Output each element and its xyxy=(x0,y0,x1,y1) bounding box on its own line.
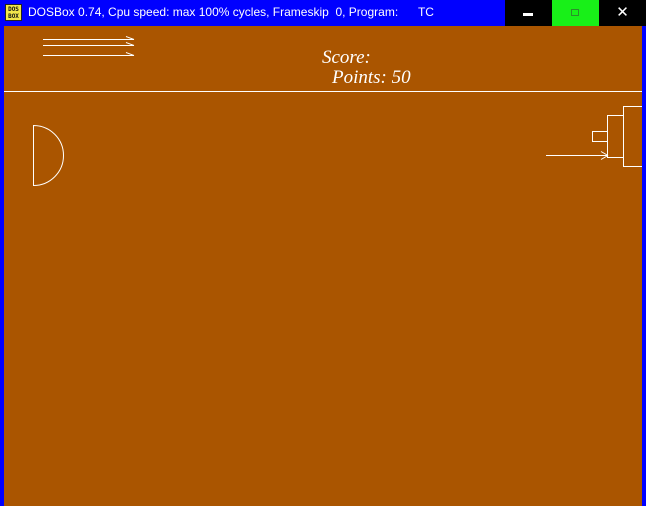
dosbox-window: DOS BOX DOSBox 0.74, Cpu speed: max 100% … xyxy=(0,0,646,506)
game-canvas xyxy=(4,36,642,187)
hud-arrow-icon xyxy=(43,36,135,56)
close-icon: ✕ xyxy=(616,3,629,21)
game-screen[interactable]: Score: Points: 50 xyxy=(4,26,642,506)
maximize-button[interactable] xyxy=(552,0,599,26)
dosbox-icon[interactable]: DOS BOX xyxy=(5,4,22,21)
title-bar[interactable]: DOS BOX DOSBox 0.74, Cpu speed: max 100% … xyxy=(0,0,646,26)
points-readout: Points: 50 xyxy=(332,67,411,88)
minimize-icon xyxy=(523,13,533,16)
score-label: Score: xyxy=(322,47,371,68)
minimize-button[interactable] xyxy=(505,0,552,26)
close-button[interactable]: ✕ xyxy=(599,0,646,26)
window-title: DOSBox 0.74, Cpu speed: max 100% cycles,… xyxy=(28,5,434,19)
arrow-projectile xyxy=(546,151,609,160)
half-circle-target xyxy=(33,124,64,187)
maximize-icon xyxy=(571,9,579,16)
cannon-icon xyxy=(592,106,642,167)
